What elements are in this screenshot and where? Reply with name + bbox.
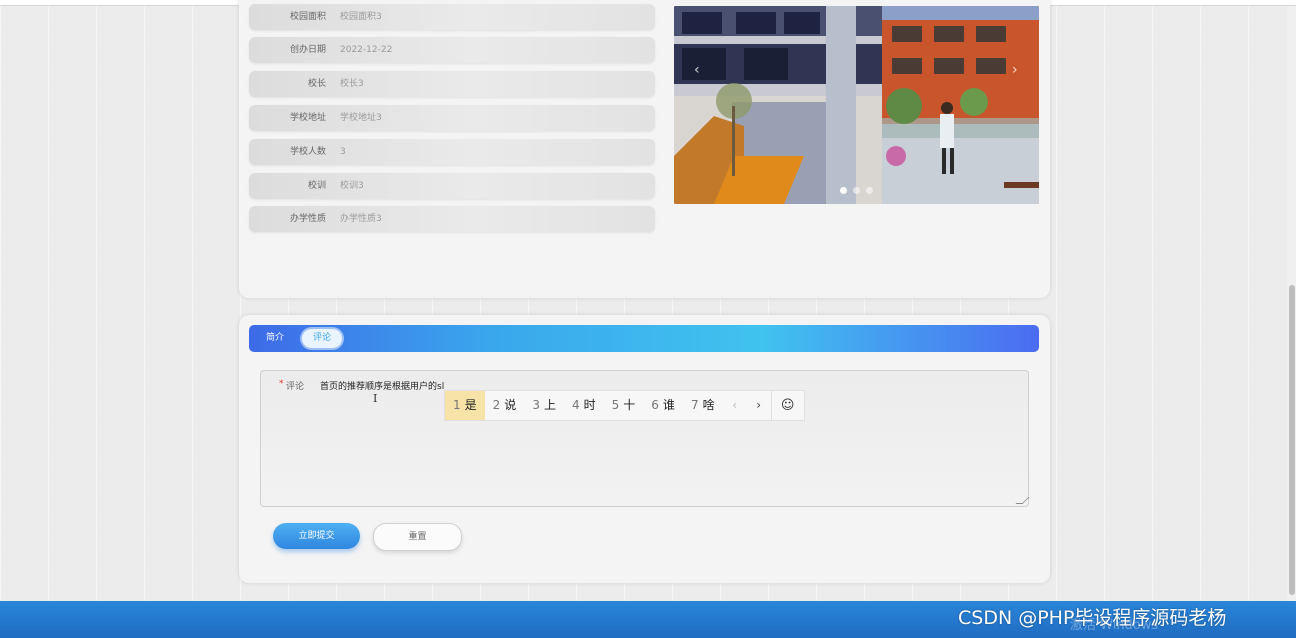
csdn-watermark: CSDN @PHP毕设程序源码老杨 [958,607,1227,629]
info-row-principal: 校长 校长3 [249,71,655,97]
info-label: 办学性质 [289,214,326,224]
info-label: 创办日期 [289,45,326,55]
info-row-campus-area: 校园面积 校园面积3 [249,4,655,30]
carousel-dot[interactable] [866,187,873,194]
info-value: 学校地址3 [340,113,382,123]
comment-label: 评论 [286,382,305,392]
resize-handle-icon[interactable] [1015,497,1030,504]
comment-card: 简介 评论 * 评论 首页的推荐顺序是根据用户的sl I 1是 2说 3上 4时… [239,315,1050,583]
tab-bar: 简介 评论 [249,325,1039,352]
carousel-indicators [840,187,873,194]
tab-intro[interactable]: 简介 [258,329,292,348]
info-value: 校长3 [340,79,364,89]
carousel-next-icon[interactable]: › [1012,62,1018,78]
school-image-carousel[interactable]: ‹ › [674,6,1039,204]
tab-comment[interactable]: 评论 [302,329,342,348]
scrollbar-thumb[interactable] [1289,285,1295,595]
info-label: 校长 [307,79,326,89]
campus-photo [674,6,1039,204]
info-row-motto: 校训 校训3 [249,173,655,199]
ime-candidate[interactable]: 6谁 [643,391,683,420]
required-mark: * [279,379,284,389]
info-value: 办学性质3 [340,214,382,224]
info-value: 3 [340,147,346,157]
ime-next-page-icon[interactable]: › [747,391,771,420]
info-row-school-type: 办学性质 办学性质3 [249,206,655,232]
info-row-address: 学校地址 学校地址3 [249,105,655,131]
info-value: 校训3 [340,181,364,191]
school-info-card: 校园面积 校园面积3 创办日期 2022-12-22 校长 校长3 学校地址 学… [239,0,1050,298]
info-row-founded-date: 创办日期 2022-12-22 [249,37,655,63]
comment-input-text[interactable]: 首页的推荐顺序是根据用户的sl [320,379,444,392]
ime-prev-page-icon[interactable]: ‹ [723,391,747,420]
info-label: 学校地址 [289,113,326,123]
ime-candidate-bar: 1是 2说 3上 4时 5十 6谁 7啥 ‹ › ☺ [444,390,805,421]
info-label: 校训 [307,181,326,191]
carousel-dot[interactable] [840,187,847,194]
comment-textarea[interactable]: * 评论 首页的推荐顺序是根据用户的sl I 1是 2说 3上 4时 5十 6谁… [260,370,1030,507]
info-label: 学校人数 [289,147,326,157]
reset-button[interactable]: 重置 [373,523,462,551]
ime-candidate[interactable]: 5十 [604,391,644,420]
info-value: 2022-12-22 [340,45,393,55]
info-value: 校园面积3 [340,12,382,22]
ime-candidate[interactable]: 2说 [485,391,525,420]
carousel-dot[interactable] [853,187,860,194]
info-row-student-count: 学校人数 3 [249,139,655,165]
info-label: 校园面积 [289,12,326,22]
ime-candidate[interactable]: 7啥 [683,391,723,420]
ime-candidate[interactable]: 1是 [445,391,485,420]
submit-button[interactable]: 立即提交 [273,523,360,549]
text-cursor-icon: I [373,392,378,405]
ime-candidate[interactable]: 3上 [524,391,564,420]
ime-candidate[interactable]: 4时 [564,391,604,420]
emoji-icon[interactable]: ☺ [770,391,804,420]
carousel-prev-icon[interactable]: ‹ [694,62,700,78]
